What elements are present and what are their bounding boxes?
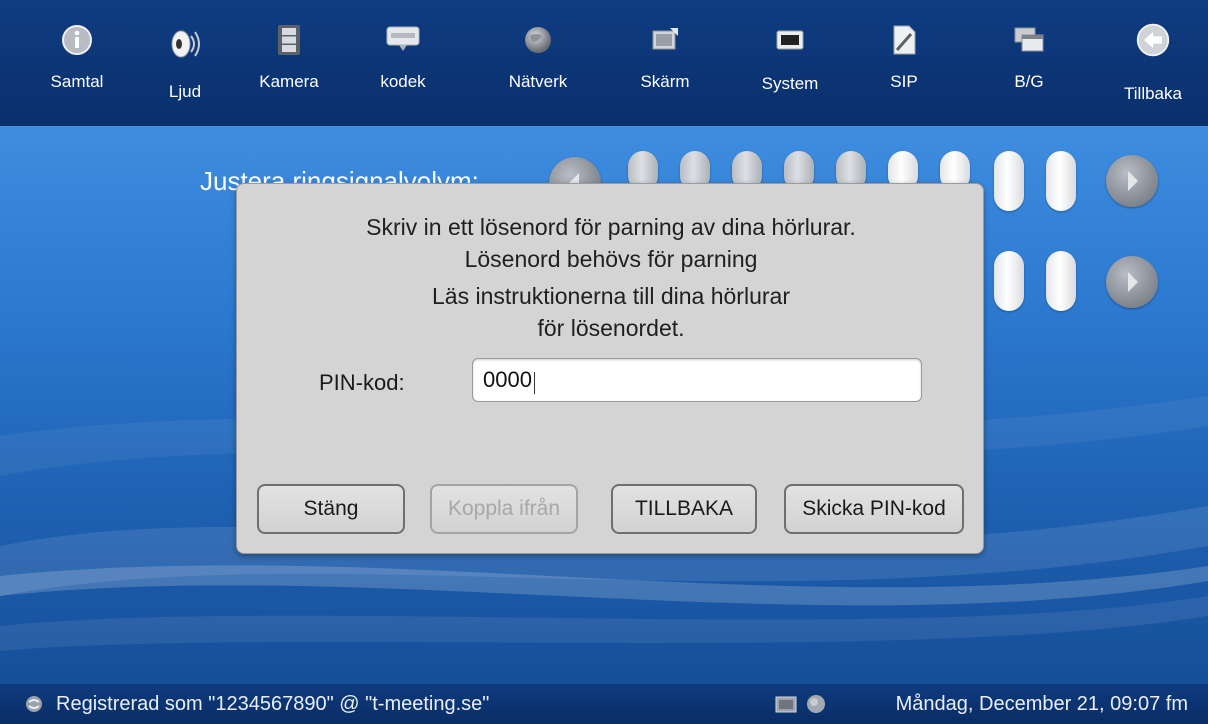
arrow-right-icon xyxy=(1128,171,1138,191)
connection-globe-icon xyxy=(805,694,827,722)
document-icon xyxy=(886,22,922,58)
speaker-icon xyxy=(167,26,203,62)
back-arrow-icon xyxy=(1135,22,1171,58)
text-cursor xyxy=(533,372,535,394)
back-button[interactable]: TILLBAKA xyxy=(611,484,757,534)
dialog-message-line: Lösenord behövs för parning xyxy=(464,246,758,272)
toolbar-label: SIP xyxy=(890,72,918,91)
toolbar-label: Kamera xyxy=(259,72,319,91)
top-toolbar: Samtal Ljud Kamera kodek Nätverk Skärm S… xyxy=(0,0,1208,126)
toolbar-label: B/G xyxy=(1014,72,1044,91)
toolbar-label: Skärm xyxy=(640,72,690,91)
film-icon xyxy=(271,22,307,58)
status-bar: Registrerad som "1234567890" @ "t-meetin… xyxy=(0,684,1208,724)
dialog-message-line: för lösenordet. xyxy=(537,315,685,341)
toolbar-item-skarm[interactable]: Skärm xyxy=(610,0,720,126)
system-icon xyxy=(772,22,808,58)
toolbar-item-ljud[interactable]: Ljud xyxy=(130,0,240,126)
toolbar-item-natverk[interactable]: Nätverk xyxy=(483,0,593,126)
volume-level-bar[interactable] xyxy=(994,151,1024,211)
toolbar-item-kamera[interactable]: Kamera xyxy=(234,0,344,126)
toolbar-label: Tillbaka xyxy=(1124,84,1182,103)
codec-icon xyxy=(385,22,421,58)
registration-status: Registrerad som "1234567890" @ "t-meetin… xyxy=(56,693,490,715)
volume-level-bar[interactable] xyxy=(1046,251,1076,311)
network-status-icon xyxy=(775,694,797,720)
pin-pairing-dialog: Skriv in ett lösenord för parning av din… xyxy=(236,183,984,554)
volume-increase-button-2[interactable] xyxy=(1106,256,1158,308)
dialog-message-line: Läs instruktionerna till dina hörlurar xyxy=(432,283,790,309)
toolbar-item-bg[interactable]: B/G xyxy=(974,0,1084,126)
toolbar-label: Samtal xyxy=(50,72,104,91)
disconnect-button[interactable]: Koppla ifrån xyxy=(430,484,578,534)
toolbar-item-kodek[interactable]: kodek xyxy=(348,0,458,126)
send-pin-button[interactable]: Skicka PIN-kod xyxy=(784,484,964,534)
toolbar-label: Ljud xyxy=(168,82,202,101)
close-button[interactable]: Stäng xyxy=(257,484,405,534)
windows-icon xyxy=(1011,22,1047,58)
toolbar-item-samtal[interactable]: Samtal xyxy=(22,0,132,126)
pin-code-input[interactable]: 0000 xyxy=(472,358,922,402)
toolbar-label: kodek xyxy=(380,72,426,91)
globe-icon xyxy=(520,22,556,58)
date-time: Måndag, December 21, 09:07 fm xyxy=(895,693,1188,715)
volume-level-bar[interactable] xyxy=(1046,151,1076,211)
pin-code-label: PIN-kod: xyxy=(319,370,405,395)
toolbar-item-system[interactable]: System xyxy=(735,0,845,126)
toolbar-item-tillbaka[interactable]: Tillbaka xyxy=(1098,0,1208,126)
pin-code-value: 0000 xyxy=(483,367,532,392)
toolbar-label: System xyxy=(761,74,819,93)
arrow-right-icon xyxy=(1128,272,1138,292)
volume-level-bar[interactable] xyxy=(994,251,1024,311)
toolbar-label: Nätverk xyxy=(508,72,568,91)
info-icon xyxy=(59,22,95,58)
registration-icon xyxy=(24,694,44,720)
dialog-message-line: Skriv in ett lösenord för parning av din… xyxy=(366,214,856,240)
screen-icon xyxy=(647,22,683,58)
volume-increase-button[interactable] xyxy=(1106,155,1158,207)
toolbar-item-sip[interactable]: SIP xyxy=(849,0,959,126)
